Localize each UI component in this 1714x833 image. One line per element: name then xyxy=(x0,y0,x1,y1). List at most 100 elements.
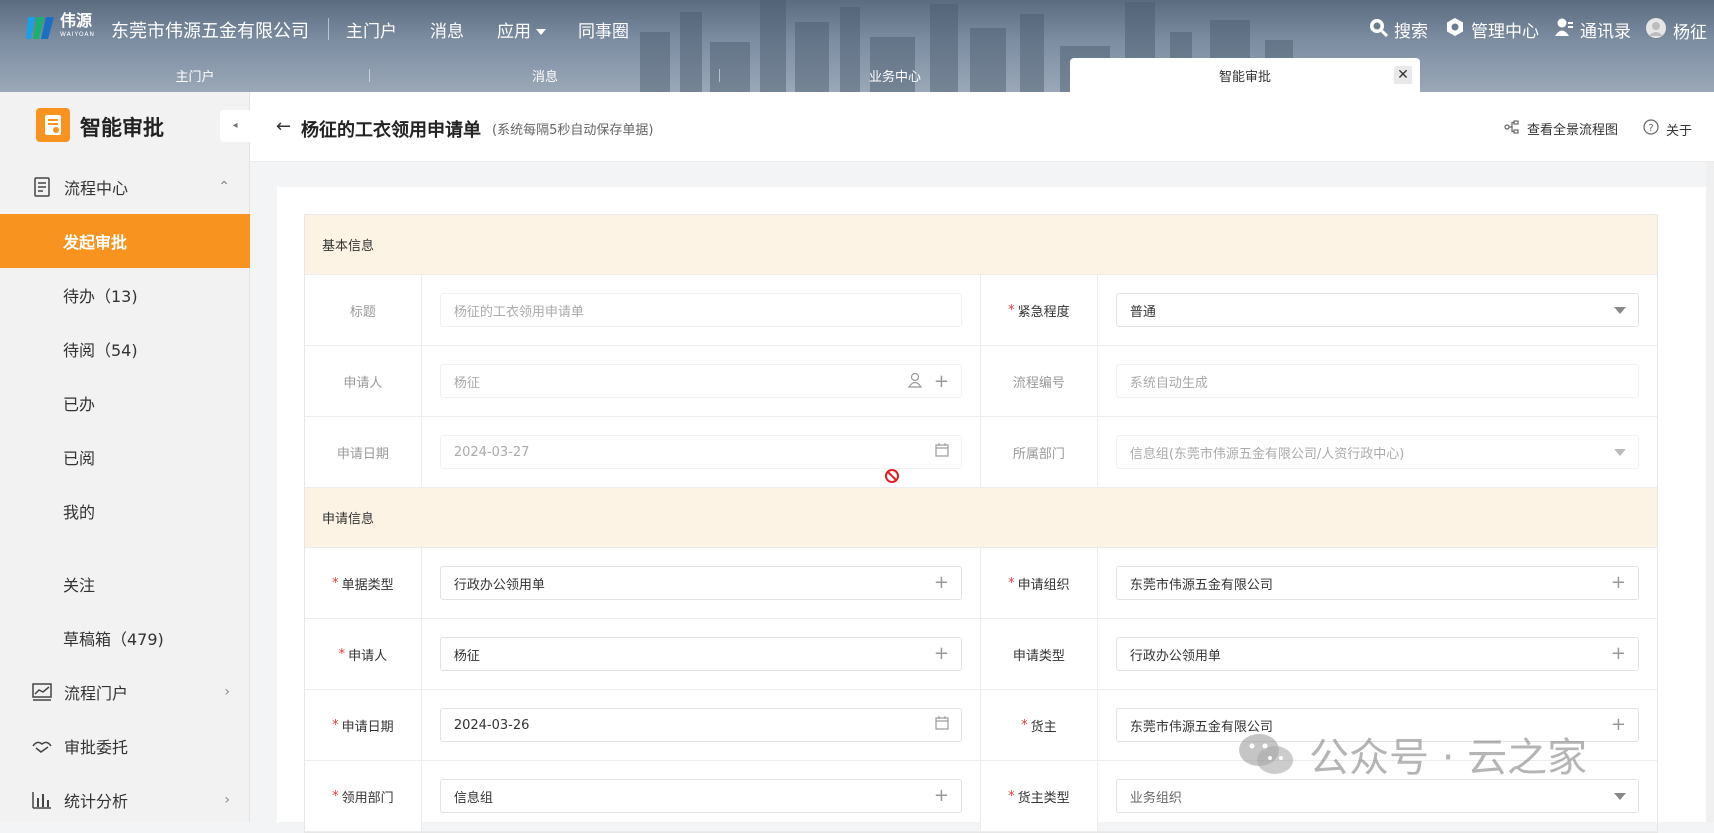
sidebar-item-read[interactable]: 已阅 xyxy=(0,430,250,484)
add-icon[interactable]: + xyxy=(934,574,949,592)
gear-icon xyxy=(1445,17,1465,42)
sidebar-group-portal[interactable]: 流程门户 › xyxy=(0,665,250,719)
applicant2-field[interactable]: 杨征 + xyxy=(439,637,962,671)
org-value: 东莞市伟源五金有限公司 xyxy=(1129,577,1273,593)
calendar-icon[interactable] xyxy=(935,716,949,730)
owner-type-label: * 货主类型 xyxy=(981,761,1098,831)
dropdown-arrow-icon xyxy=(1614,307,1626,314)
date2-value: 2024-03-26 xyxy=(453,717,530,733)
required-mark: * xyxy=(332,575,339,591)
sidebar-item-drafts[interactable]: 草稿箱（479) xyxy=(0,611,250,665)
section-apply-info: 申请信息 xyxy=(305,488,1657,548)
help-icon: ? xyxy=(1643,119,1659,139)
tab-smart-approval-label: 智能审批 xyxy=(1218,69,1271,85)
add-icon[interactable]: + xyxy=(934,787,949,805)
sidebar-item-todo[interactable]: 待办（13) xyxy=(0,268,250,322)
add-icon[interactable]: + xyxy=(1611,716,1626,734)
user-menu[interactable]: 杨征 xyxy=(1645,17,1707,44)
org-field[interactable]: 东莞市伟源五金有限公司 + xyxy=(1115,566,1639,600)
date2-cell: 2024-03-26 xyxy=(422,690,981,760)
urgency-select[interactable]: 普通 xyxy=(1115,293,1639,327)
sidebar-group-process-center[interactable]: 流程中心 ⌃ xyxy=(0,160,250,214)
add-icon[interactable]: + xyxy=(1611,574,1626,592)
urgency-cell: 普通 xyxy=(1098,275,1657,345)
add-icon[interactable]: + xyxy=(934,373,949,391)
form-row: * 申请人 杨征 + 申请类型 行政办公领用单 + xyxy=(305,619,1657,690)
admin-center-label: 管理中心 xyxy=(1471,22,1539,42)
required-mark: * xyxy=(332,717,339,733)
owner-type-select[interactable]: 业务组织 xyxy=(1115,779,1639,813)
applicant2-value: 杨征 xyxy=(453,648,480,664)
doc-type-label: * 单据类型 xyxy=(305,548,422,618)
add-icon[interactable]: + xyxy=(934,645,949,663)
search-button[interactable]: 搜索 xyxy=(1368,17,1428,42)
apply-date-value: 2024-03-27 xyxy=(453,444,530,460)
nav-home[interactable]: 主门户 xyxy=(346,17,397,42)
calendar-icon xyxy=(935,443,949,457)
sidebar-group-stats[interactable]: 统计分析 › xyxy=(0,773,250,827)
collapse-sidebar-button[interactable]: ◂ xyxy=(220,110,250,142)
about-link[interactable]: ? 关于 xyxy=(1643,119,1692,139)
receive-dept-value: 信息组 xyxy=(453,790,493,806)
required-mark: * xyxy=(332,788,339,804)
view-flow-diagram-label: 查看全景流程图 xyxy=(1527,123,1619,138)
doc-type-cell: 行政办公领用单 + xyxy=(422,548,981,618)
urgency-label: * 紧急程度 xyxy=(981,275,1098,345)
close-icon[interactable]: ✕ xyxy=(1394,66,1412,84)
dropdown-arrow-icon xyxy=(1614,449,1626,456)
apply-type-field[interactable]: 行政办公领用单 + xyxy=(1115,637,1639,671)
urgency-label-text: 紧急程度 xyxy=(1017,304,1070,320)
nav-colleagues[interactable]: 同事圈 xyxy=(578,17,629,42)
sidebar-group-delegate[interactable]: 审批委托 xyxy=(0,719,250,773)
view-flow-diagram-link[interactable]: 查看全景流程图 xyxy=(1504,119,1618,138)
receive-dept-cell: 信息组 + xyxy=(422,761,981,831)
applicant2-label: * 申请人 xyxy=(305,619,422,689)
nav-messages[interactable]: 消息 xyxy=(430,17,464,42)
receive-dept-label: * 领用部门 xyxy=(305,761,422,831)
add-icon[interactable]: + xyxy=(1611,645,1626,663)
sidebar-app-title: 智能审批 xyxy=(80,116,164,140)
doc-type-field[interactable]: 行政办公领用单 + xyxy=(439,566,962,600)
receive-dept-label-text: 领用部门 xyxy=(341,790,394,806)
person-icon[interactable] xyxy=(907,372,923,392)
owner-label: * 货主 xyxy=(981,690,1098,760)
page-header: ← 杨征的工衣领用申请单 (系统每隔5秒自动保存单据) 查看全景流程图 ? 关于 xyxy=(250,92,1714,162)
admin-center-button[interactable]: 管理中心 xyxy=(1445,17,1539,42)
applicant-value: 杨征 xyxy=(453,375,480,391)
sidebar-item-follow[interactable]: 关注 xyxy=(0,557,250,611)
sidebar-item-done[interactable]: 已办 xyxy=(0,376,250,430)
flow-no-field: 系统自动生成 xyxy=(1115,364,1639,398)
bar-chart-icon xyxy=(30,788,54,812)
nav-apps[interactable]: 应用 xyxy=(497,17,546,42)
chevron-up-icon: ⌃ xyxy=(218,179,230,195)
apply-date-label: 申请日期 xyxy=(305,417,422,487)
tab-smart-approval[interactable]: 智能审批 ✕ xyxy=(1070,58,1420,92)
owner-type-value: 业务组织 xyxy=(1129,790,1182,806)
flow-diagram-icon xyxy=(1504,119,1520,138)
date2-field[interactable]: 2024-03-26 xyxy=(439,708,962,742)
flow-no-cell: 系统自动生成 xyxy=(1098,346,1657,416)
chevron-right-icon: › xyxy=(224,792,230,808)
company-logo[interactable]: 伟源 WAIYOAN xyxy=(26,12,100,44)
form-row: 申请日期 2024-03-27 所属部门 信息组(东莞市伟源五金有限公司/人资行… xyxy=(305,417,1657,488)
vertical-scrollbar[interactable] xyxy=(1706,162,1714,822)
page-title: 杨征的工衣领用申请单 xyxy=(301,120,481,141)
dept-cell: 信息组(东莞市伟源五金有限公司/人资行政中心) xyxy=(1098,417,1657,487)
tab-business-center[interactable]: 业务中心 xyxy=(720,58,1070,92)
contacts-button[interactable]: 通讯录 xyxy=(1554,17,1631,42)
sidebar-item-mine[interactable]: 我的 xyxy=(0,484,250,538)
apply-date-field: 2024-03-27 xyxy=(439,435,962,469)
applicant-cell: 杨征 + xyxy=(422,346,981,416)
dropdown-arrow-icon xyxy=(1614,793,1626,800)
wechat-icon xyxy=(1239,734,1293,774)
sidebar-item-start-approval[interactable]: 发起审批 xyxy=(0,214,250,268)
org-label: * 申请组织 xyxy=(981,548,1098,618)
search-icon xyxy=(1368,17,1389,42)
receive-dept-field[interactable]: 信息组 + xyxy=(439,779,962,813)
doc-type-label-text: 单据类型 xyxy=(341,577,394,593)
back-arrow-icon[interactable]: ← xyxy=(276,116,291,137)
tab-home[interactable]: 主门户 xyxy=(20,58,370,92)
date2-label: * 申请日期 xyxy=(305,690,422,760)
sidebar-item-to-read[interactable]: 待阅（54) xyxy=(0,322,250,376)
tab-messages[interactable]: 消息 xyxy=(370,58,720,92)
